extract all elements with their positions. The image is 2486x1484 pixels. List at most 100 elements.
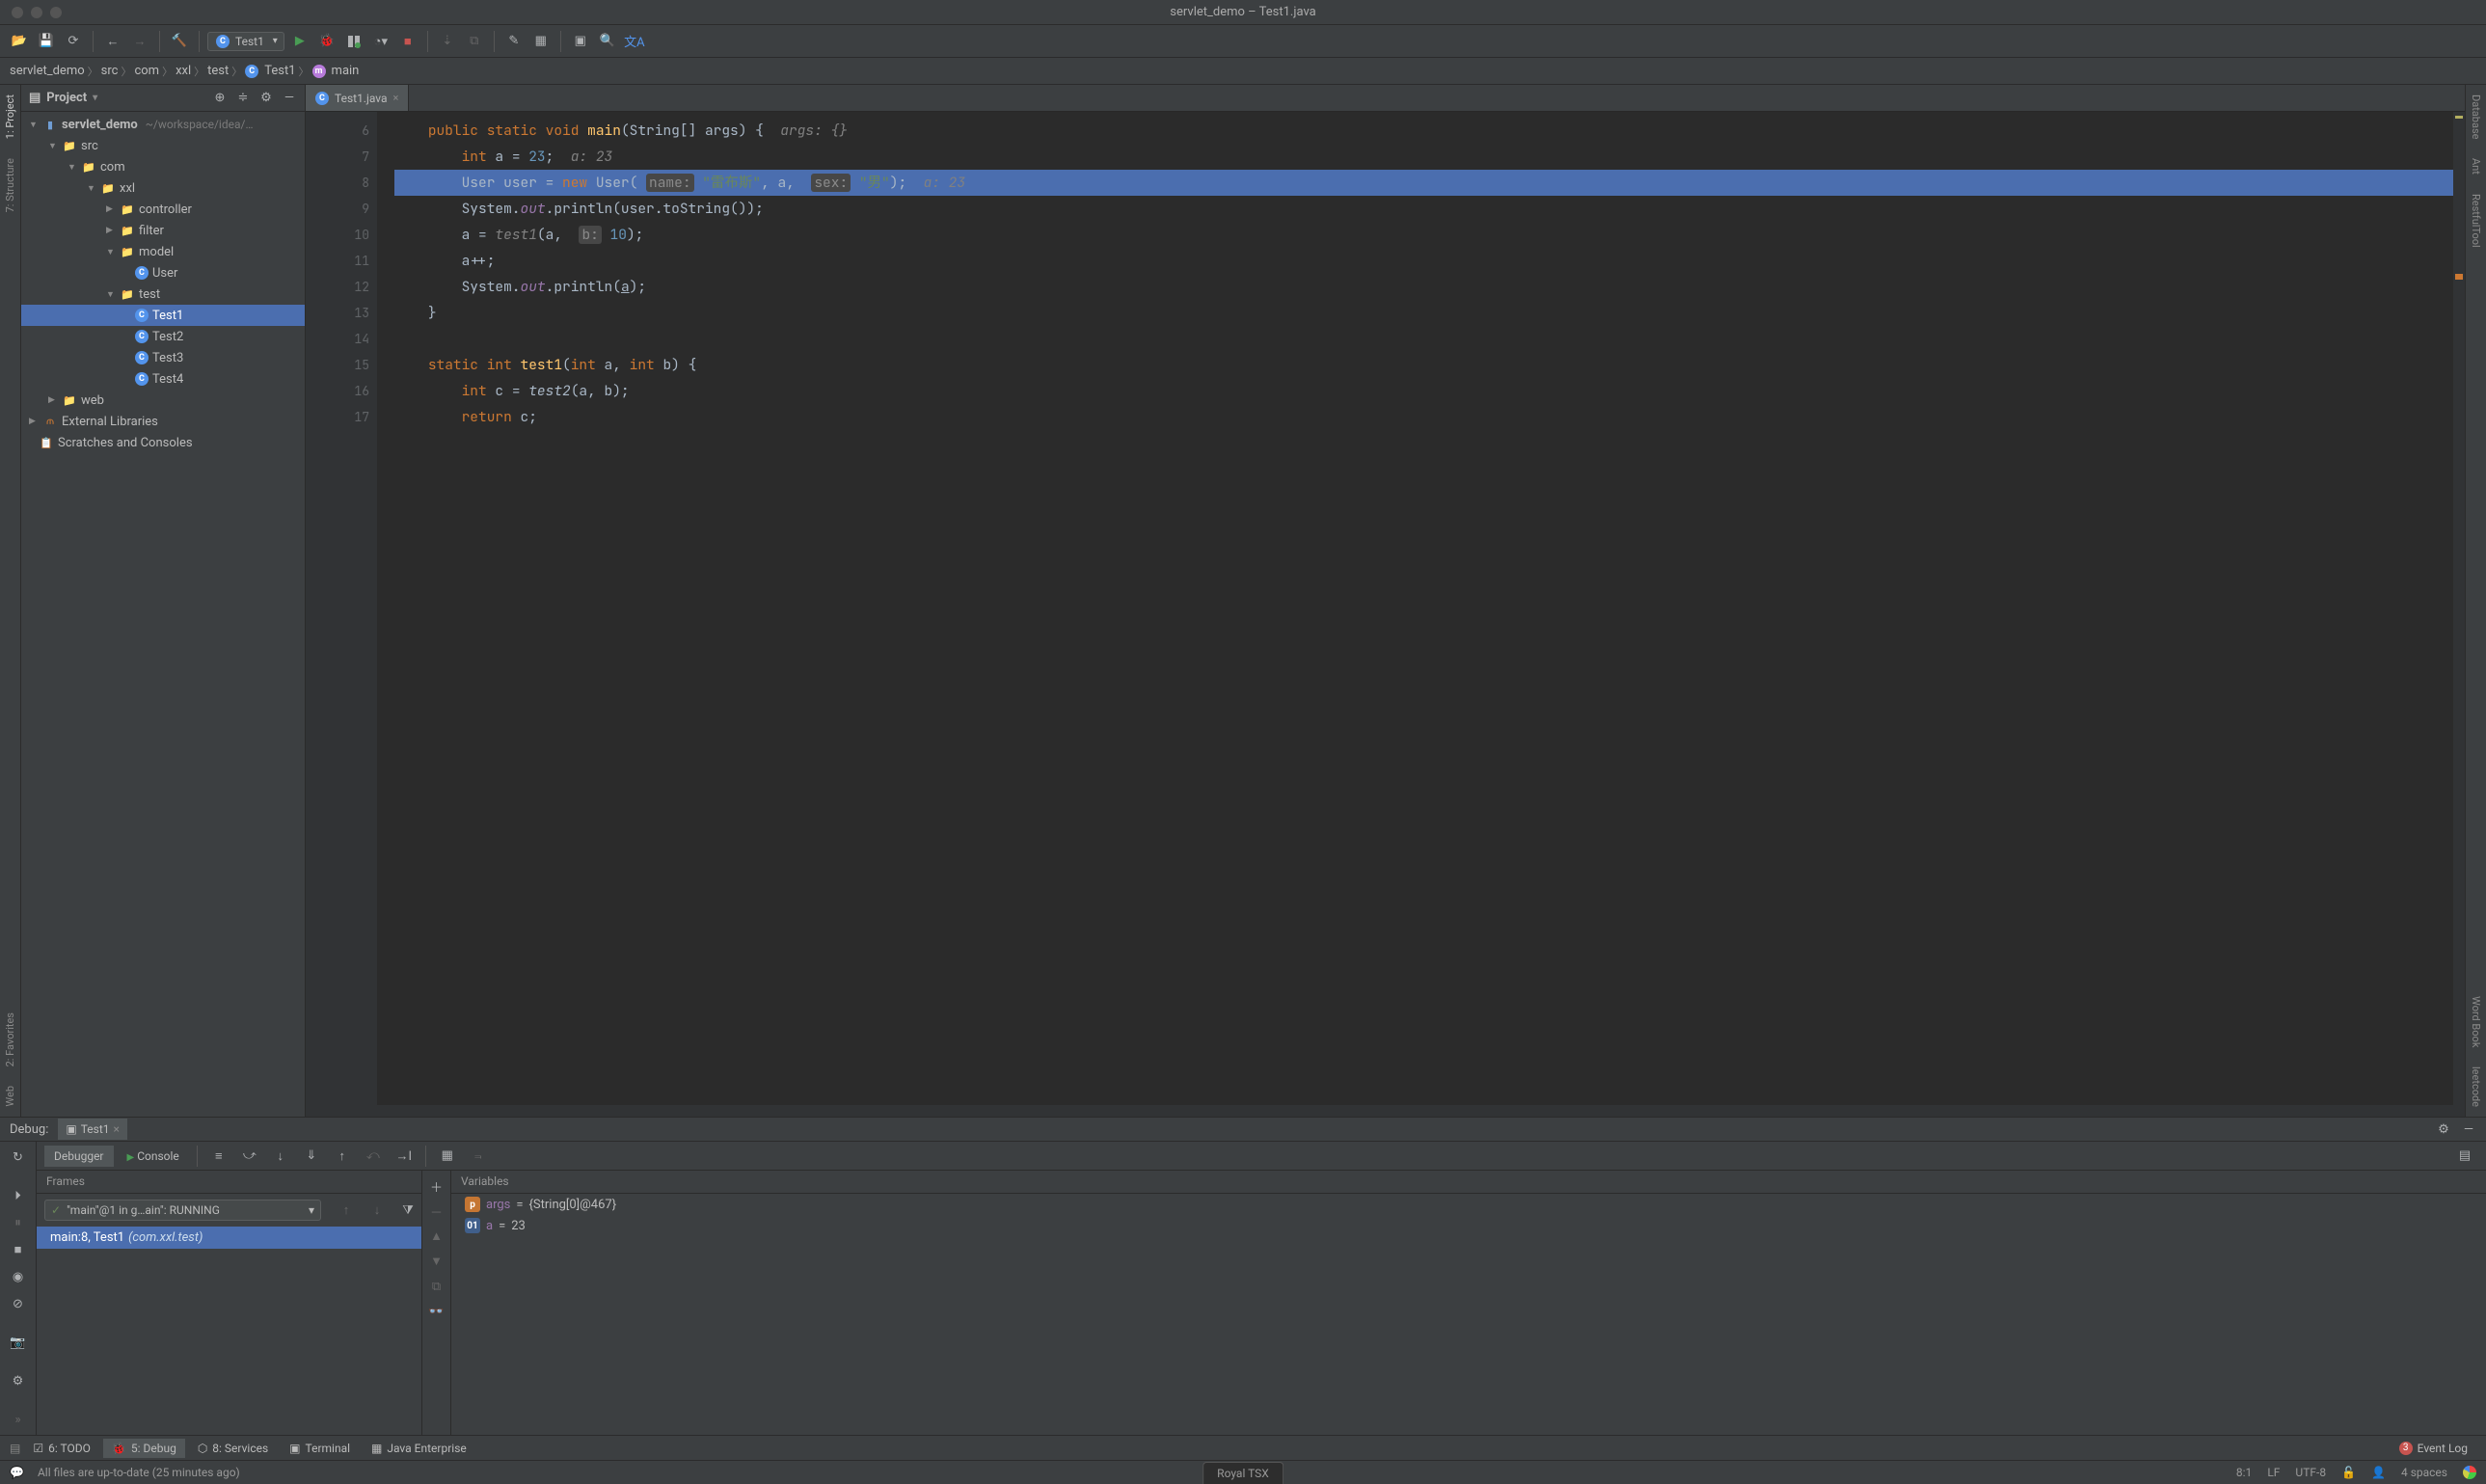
warning-marker[interactable] xyxy=(2455,274,2463,280)
chevron-right-icon[interactable]: ▶ xyxy=(106,204,116,214)
thread-selector[interactable]: ✓ "main"@1 in g…ain": RUNNING xyxy=(44,1200,321,1221)
back-icon[interactable]: ← xyxy=(101,30,124,53)
console-tab[interactable]: ▶ Console xyxy=(118,1146,189,1167)
tool-database-tab[interactable]: Database xyxy=(2466,85,2486,148)
crumb-src[interactable]: src xyxy=(101,64,119,78)
debugger-tab[interactable]: Debugger xyxy=(44,1146,114,1167)
stop-icon[interactable]: ■ xyxy=(396,30,419,53)
force-step-into-icon[interactable]: ⇓ xyxy=(298,1145,325,1168)
run-icon[interactable]: ▶ xyxy=(288,30,311,53)
open-icon[interactable]: 📂 xyxy=(8,30,31,53)
tree-scratches[interactable]: 📋 Scratches and Consoles xyxy=(21,432,305,453)
profile-icon[interactable]: ◔▾ xyxy=(369,30,392,53)
watch-down-icon[interactable]: ▼ xyxy=(423,1250,450,1273)
step-out-icon[interactable]: ↑ xyxy=(329,1145,356,1168)
close-icon[interactable]: × xyxy=(114,1122,120,1136)
tree-com[interactable]: ▼ 📁 com xyxy=(21,156,305,177)
show-watches-icon[interactable]: 👓 xyxy=(423,1300,450,1323)
close-window-button[interactable] xyxy=(12,7,23,18)
trace-current-stream-chain-icon[interactable]: ⫬ xyxy=(465,1145,492,1168)
view-breakpoints-icon[interactable]: ◉ xyxy=(5,1265,32,1288)
tree-user[interactable]: C User xyxy=(21,262,305,283)
build-icon[interactable]: 🔨 xyxy=(168,30,191,53)
debug-settings-icon[interactable]: ⚙ xyxy=(2436,1121,2451,1137)
chevron-down-icon[interactable]: ▼ xyxy=(106,247,116,257)
crumb-test[interactable]: test xyxy=(207,64,229,78)
editor-body[interactable]: 6▶ 7 8💡 9 10 11 12 13 14 15 16 17 public… xyxy=(306,112,2465,1105)
file-encoding[interactable]: UTF-8 xyxy=(2295,1466,2326,1479)
git-icon[interactable]: ✎ xyxy=(502,30,526,53)
chevron-down-icon[interactable]: ▼ xyxy=(106,289,116,300)
dump-threads-icon[interactable]: 📷 xyxy=(5,1331,32,1354)
vcs-icon[interactable]: ▦ xyxy=(529,30,553,53)
hide-panel-icon[interactable]: — xyxy=(282,91,297,106)
editor-tab-test1[interactable]: C Test1.java × xyxy=(306,85,409,111)
stop-debug-icon[interactable]: ■ xyxy=(5,1238,32,1261)
tool-ant-tab[interactable]: Ant xyxy=(2466,148,2486,184)
tool-services-tab[interactable]: ⬡ 8: Services xyxy=(189,1439,277,1458)
tool-restful-tab[interactable]: RestfulTool xyxy=(2466,184,2486,257)
crumb-com[interactable]: com xyxy=(134,64,159,78)
tree-filter[interactable]: ▶ 📁 filter xyxy=(21,220,305,241)
update-app-icon[interactable]: ⇣ xyxy=(436,30,459,53)
tool-java-enterprise-tab[interactable]: ▦ Java Enterprise xyxy=(363,1439,475,1458)
readonly-toggle-icon[interactable]: 🔓 xyxy=(2341,1466,2356,1479)
settings-icon[interactable]: ⚙ xyxy=(258,91,274,106)
chevron-right-icon[interactable]: ▶ xyxy=(29,417,39,426)
remove-watch-icon[interactable]: － xyxy=(423,1200,450,1223)
step-into-icon[interactable]: ↓ xyxy=(267,1145,294,1168)
editor-gutter[interactable]: 6▶ 7 8💡 9 10 11 12 13 14 15 16 17 xyxy=(306,112,377,1105)
crumb-method[interactable]: main xyxy=(332,64,360,78)
variable-row-a[interactable]: 01 a = 23 xyxy=(451,1215,2486,1236)
sync-icon[interactable]: ⟳ xyxy=(62,30,85,53)
pin-icon[interactable]: » xyxy=(5,1408,32,1431)
tool-event-log-tab[interactable]: 3 Event Log xyxy=(2391,1439,2476,1458)
tool-todo-tab[interactable]: ☑ 6: TODO xyxy=(24,1439,99,1458)
indent-settings[interactable]: 4 spaces xyxy=(2401,1466,2447,1479)
tool-project-tab[interactable]: 1: Project xyxy=(0,85,20,148)
tree-controller[interactable]: ▶ 📁 controller xyxy=(21,199,305,220)
code-editor[interactable]: public static void main(String[] args) {… xyxy=(377,112,2453,1105)
caret-position[interactable]: 8:1 xyxy=(2236,1466,2252,1479)
step-over-icon[interactable]: ⤻ xyxy=(236,1145,263,1168)
tree-model[interactable]: ▼ 📁 model xyxy=(21,241,305,262)
watch-up-icon[interactable]: ▲ xyxy=(423,1225,450,1248)
chevron-down-icon[interactable]: ▼ xyxy=(68,162,77,173)
forward-icon[interactable]: → xyxy=(128,30,151,53)
chevron-down-icon[interactable]: ▼ xyxy=(87,183,96,194)
layout-settings-icon[interactable]: ▤ xyxy=(2451,1145,2478,1168)
tool-web-tab[interactable]: Web xyxy=(0,1076,20,1117)
external-app-tab[interactable]: Royal TSX xyxy=(1202,1462,1284,1484)
editor-horizontal-scrollbar[interactable] xyxy=(306,1105,2465,1117)
deploy-icon[interactable]: ▣ xyxy=(569,30,592,53)
filter-frames-icon[interactable]: ⧩ xyxy=(394,1199,421,1222)
tool-debug-tab[interactable]: 🐞 5: Debug xyxy=(103,1439,185,1458)
debug-session-tab[interactable]: ▣ Test1 × xyxy=(58,1119,127,1140)
tree-test3[interactable]: C Test3 xyxy=(21,347,305,368)
debug-settings-icon[interactable]: ⚙ xyxy=(5,1369,32,1392)
inspection-profile-icon[interactable]: 👤 xyxy=(2371,1466,2386,1479)
tree-xxl[interactable]: ▼ 📁 xxl xyxy=(21,177,305,199)
variable-row-args[interactable]: p args = {String[0]@467} xyxy=(451,1194,2486,1215)
minimize-window-button[interactable] xyxy=(31,7,42,18)
pause-icon[interactable]: ⏸ xyxy=(5,1211,32,1234)
show-execution-point-icon[interactable]: ≡ xyxy=(205,1145,232,1168)
crumb-class[interactable]: Test1 xyxy=(264,64,295,78)
chevron-down-icon[interactable]: ▼ xyxy=(29,120,39,130)
run-config-selector[interactable]: C Test1 xyxy=(207,32,284,51)
tree-test2[interactable]: C Test2 xyxy=(21,326,305,347)
editor-error-stripe[interactable] xyxy=(2453,112,2465,1105)
select-opened-file-icon[interactable]: ⊕ xyxy=(212,91,228,106)
maximize-window-button[interactable] xyxy=(50,7,62,18)
tool-leetcode-tab[interactable]: leetcode xyxy=(2466,1057,2486,1117)
quick-access-icon[interactable]: ▤ xyxy=(10,1442,20,1455)
tool-terminal-tab[interactable]: ▣ Terminal xyxy=(281,1439,359,1458)
tree-src[interactable]: ▼ 📁 src xyxy=(21,135,305,156)
close-tab-icon[interactable]: × xyxy=(393,92,399,104)
evaluate-expression-icon[interactable]: ▦ xyxy=(434,1145,461,1168)
tool-wordbook-tab[interactable]: Word Book xyxy=(2466,986,2486,1057)
debug-icon[interactable]: 🐞 xyxy=(315,30,338,53)
next-frame-icon[interactable]: ↓ xyxy=(364,1199,391,1222)
rerun-icon[interactable]: ↻ xyxy=(5,1146,32,1169)
chevron-right-icon[interactable]: ▶ xyxy=(48,395,58,405)
